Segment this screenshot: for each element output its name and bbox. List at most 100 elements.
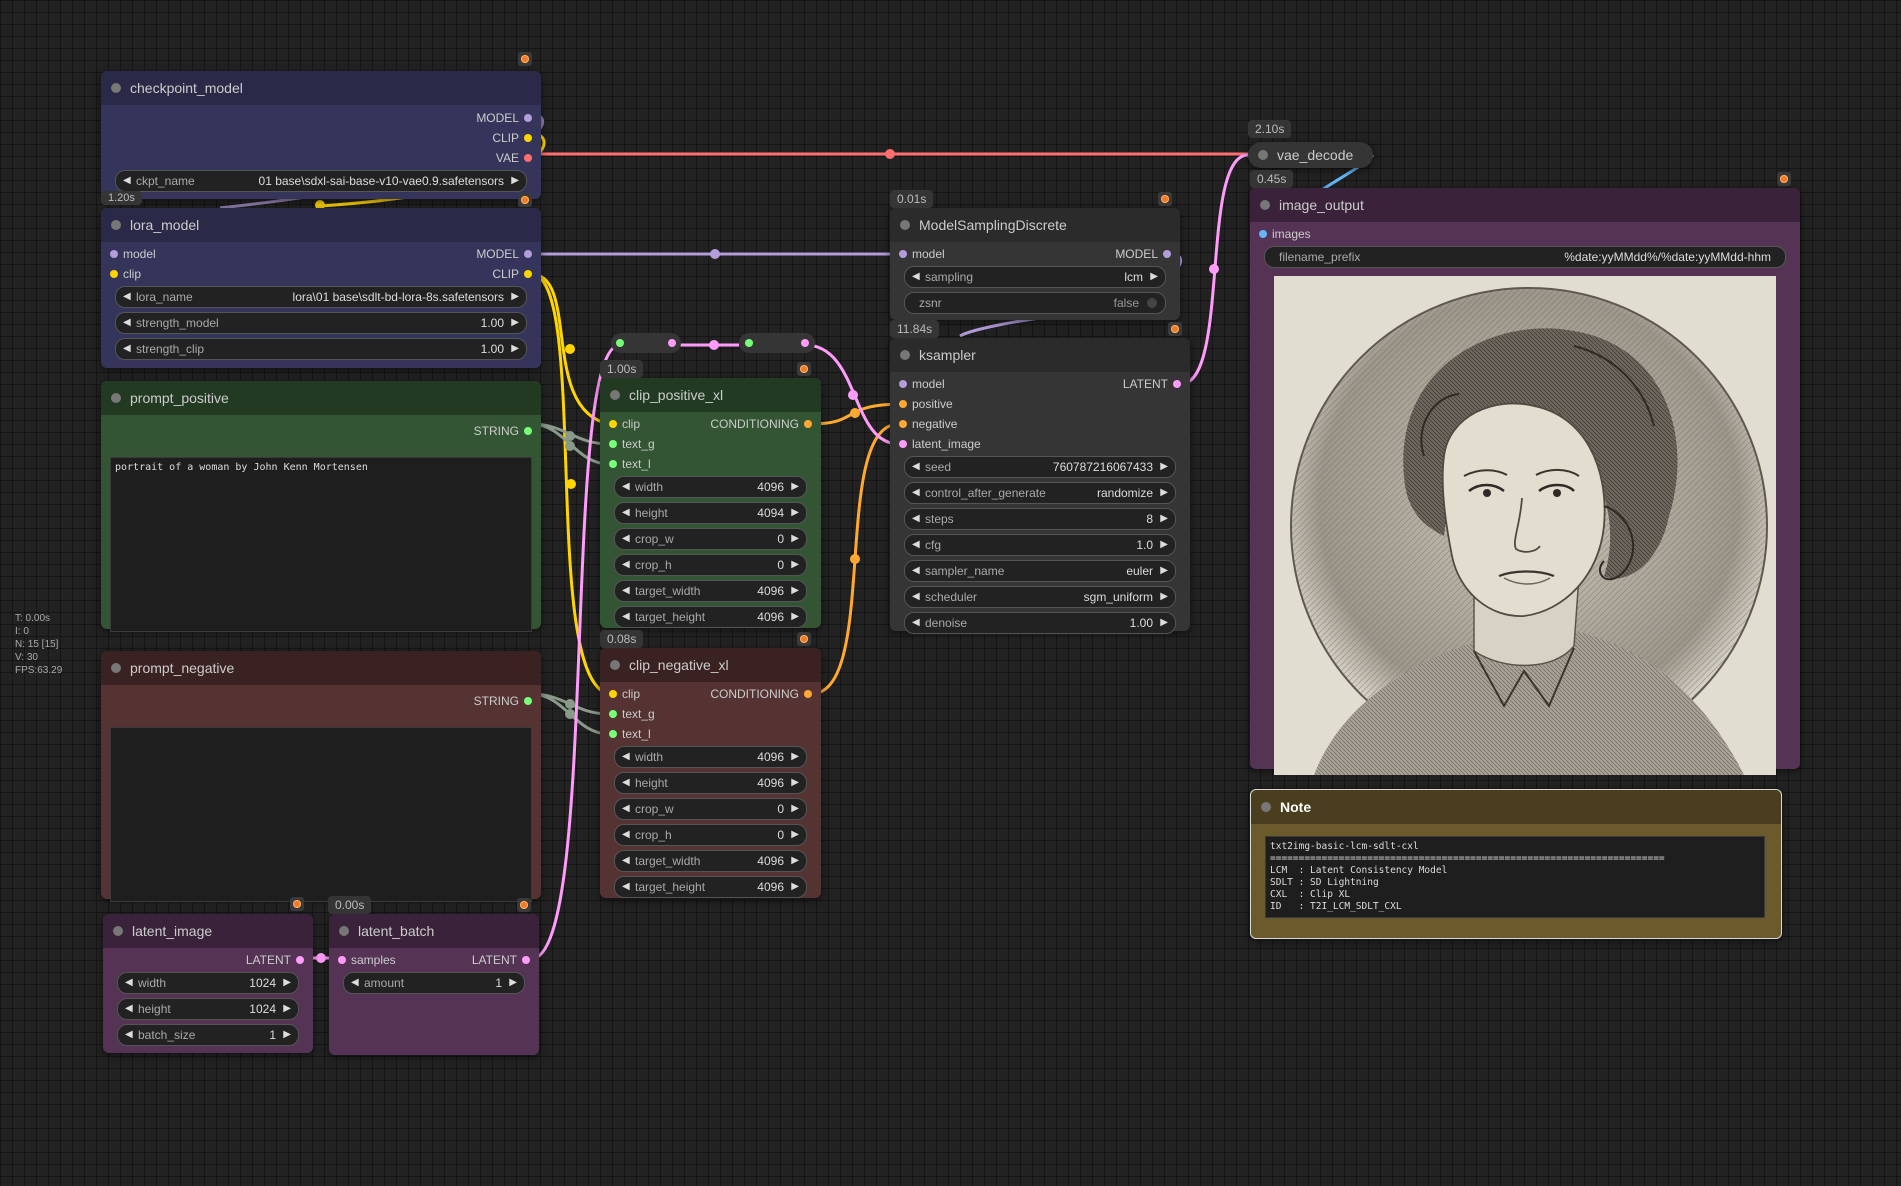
input-slot-clip[interactable]: clip: [609, 684, 640, 704]
arrow-right-icon[interactable]: ▶: [511, 339, 519, 359]
node-clip-positive-xl[interactable]: clip_positive_xl clip CONDITIONING text_…: [600, 378, 821, 628]
slot-pin-icon[interactable]: [1259, 230, 1267, 238]
node-header[interactable]: clip_negative_xl: [600, 648, 821, 682]
arrow-left-icon[interactable]: ◀: [912, 561, 920, 581]
node-header[interactable]: latent_batch: [329, 914, 539, 948]
number-target-height[interactable]: ◀ target_height 4096 ▶: [614, 606, 807, 628]
slot-pin-icon[interactable]: [609, 440, 617, 448]
toggle-zsnr[interactable]: zsnr false: [904, 292, 1166, 314]
node-clip-negative-xl[interactable]: clip_negative_xl clip CONDITIONING text_…: [600, 648, 821, 898]
output-slot-clip[interactable]: CLIP: [492, 264, 532, 284]
number-width[interactable]: ◀ width 4096 ▶: [614, 746, 807, 768]
arrow-right-icon[interactable]: ▶: [791, 747, 799, 767]
node-badge-icon[interactable]: [1158, 192, 1172, 206]
arrow-right-icon[interactable]: ▶: [283, 999, 291, 1019]
slot-pin-icon[interactable]: [899, 400, 907, 408]
collapse-dot-icon[interactable]: [111, 220, 121, 230]
slot-pin-icon[interactable]: [899, 420, 907, 428]
number-width[interactable]: ◀ width 1024 ▶: [117, 972, 299, 994]
number-amount[interactable]: ◀ amount 1 ▶: [343, 972, 525, 994]
number-height[interactable]: ◀ height 4096 ▶: [614, 772, 807, 794]
node-header[interactable]: lora_model: [101, 208, 541, 242]
number-crop-w[interactable]: ◀ crop_w 0 ▶: [614, 798, 807, 820]
output-slot-latent[interactable]: LATENT: [472, 950, 530, 970]
arrow-left-icon[interactable]: ◀: [125, 999, 133, 1019]
number-target-height[interactable]: ◀ target_height 4096 ▶: [614, 876, 807, 898]
combo-control-after-generate[interactable]: ◀ control_after_generate randomize ▶: [904, 482, 1176, 504]
node-badge-icon[interactable]: [797, 362, 811, 376]
reroute-node[interactable]: [611, 333, 681, 353]
input-slot-model[interactable]: model: [899, 244, 945, 264]
arrow-left-icon[interactable]: ◀: [622, 825, 630, 845]
slot-pin-icon[interactable]: [899, 380, 907, 388]
slot-pin-icon[interactable]: [110, 270, 118, 278]
arrow-right-icon[interactable]: ▶: [1160, 587, 1168, 607]
arrow-left-icon[interactable]: ◀: [622, 607, 630, 627]
reroute-out-pin-icon[interactable]: [668, 339, 676, 347]
output-slot-latent[interactable]: LATENT: [246, 950, 304, 970]
arrow-left-icon[interactable]: ◀: [912, 457, 920, 477]
node-badge-icon[interactable]: [1168, 322, 1182, 336]
arrow-right-icon[interactable]: ▶: [511, 287, 519, 307]
reroute-out-pin-icon[interactable]: [801, 339, 809, 347]
output-slot-vae[interactable]: VAE: [496, 148, 532, 168]
input-slot-negative[interactable]: negative: [899, 414, 957, 434]
arrow-left-icon[interactable]: ◀: [912, 535, 920, 555]
node-header[interactable]: Note: [1251, 790, 1781, 824]
slot-pin-icon[interactable]: [609, 460, 617, 468]
input-slot-text-g[interactable]: text_g: [609, 434, 655, 454]
number-width[interactable]: ◀ width 4096 ▶: [614, 476, 807, 498]
combo-sampler-name[interactable]: ◀ sampler_name euler ▶: [904, 560, 1176, 582]
combo-sampling[interactable]: ◀ sampling lcm ▶: [904, 266, 1166, 288]
arrow-left-icon[interactable]: ◀: [912, 509, 920, 529]
node-image-output[interactable]: image_output images filename_prefix %date…: [1250, 188, 1800, 775]
number-target-width[interactable]: ◀ target_width 4096 ▶: [614, 850, 807, 872]
output-slot-model[interactable]: MODEL: [1115, 244, 1171, 264]
node-badge-icon[interactable]: [290, 897, 304, 911]
arrow-right-icon[interactable]: ▶: [791, 477, 799, 497]
node-badge-icon[interactable]: [518, 52, 532, 66]
arrow-left-icon[interactable]: ◀: [622, 773, 630, 793]
arrow-right-icon[interactable]: ▶: [1160, 561, 1168, 581]
number-strength-clip[interactable]: ◀ strength_clip 1.00 ▶: [115, 338, 527, 360]
slot-pin-icon[interactable]: [524, 134, 532, 142]
input-slot-clip[interactable]: clip: [110, 264, 141, 284]
number-target-width[interactable]: ◀ target_width 4096 ▶: [614, 580, 807, 602]
collapse-dot-icon[interactable]: [111, 83, 121, 93]
slot-pin-icon[interactable]: [1163, 250, 1171, 258]
arrow-right-icon[interactable]: ▶: [791, 503, 799, 523]
slot-pin-icon[interactable]: [899, 440, 907, 448]
node-header[interactable]: checkpoint_model: [101, 71, 541, 105]
slot-pin-icon[interactable]: [524, 270, 532, 278]
node-latent-batch[interactable]: latent_batch samples LATENT ◀ amount 1 ▶: [329, 914, 539, 1055]
output-slot-string[interactable]: STRING: [474, 691, 532, 711]
slot-pin-icon[interactable]: [524, 250, 532, 258]
output-slot-model[interactable]: MODEL: [476, 108, 532, 128]
toggle-knob-icon[interactable]: [1147, 298, 1157, 308]
node-header[interactable]: latent_image: [103, 914, 313, 948]
node-header[interactable]: prompt_positive: [101, 381, 541, 415]
slot-pin-icon[interactable]: [1173, 380, 1181, 388]
node-graph-canvas[interactable]: T: 0.00s I: 0 N: 15 [15] V: 30 FPS:63.29…: [0, 0, 1901, 1186]
arrow-right-icon[interactable]: ▶: [791, 851, 799, 871]
arrow-right-icon[interactable]: ▶: [791, 581, 799, 601]
arrow-left-icon[interactable]: ◀: [622, 851, 630, 871]
reroute-in-pin-icon[interactable]: [745, 339, 753, 347]
number-height[interactable]: ◀ height 1024 ▶: [117, 998, 299, 1020]
node-latent-image[interactable]: latent_image LATENT ◀ width 1024 ▶ ◀ height 1…: [103, 914, 313, 1053]
arrow-left-icon[interactable]: ◀: [125, 973, 133, 993]
input-slot-clip[interactable]: clip: [609, 414, 640, 434]
collapse-dot-icon[interactable]: [900, 220, 910, 230]
node-badge-icon[interactable]: [797, 632, 811, 646]
arrow-left-icon[interactable]: ◀: [622, 555, 630, 575]
arrow-left-icon[interactable]: ◀: [123, 287, 131, 307]
node-badge-icon[interactable]: [517, 898, 531, 912]
slot-pin-icon[interactable]: [899, 250, 907, 258]
output-slot-conditioning[interactable]: CONDITIONING: [710, 414, 812, 434]
slot-pin-icon[interactable]: [110, 250, 118, 258]
arrow-right-icon[interactable]: ▶: [1160, 613, 1168, 633]
number-strength-model[interactable]: ◀ strength_model 1.00 ▶: [115, 312, 527, 334]
arrow-left-icon[interactable]: ◀: [622, 799, 630, 819]
node-prompt-positive[interactable]: prompt_positive STRING portrait of a wom…: [101, 381, 541, 632]
collapse-dot-icon[interactable]: [610, 390, 620, 400]
